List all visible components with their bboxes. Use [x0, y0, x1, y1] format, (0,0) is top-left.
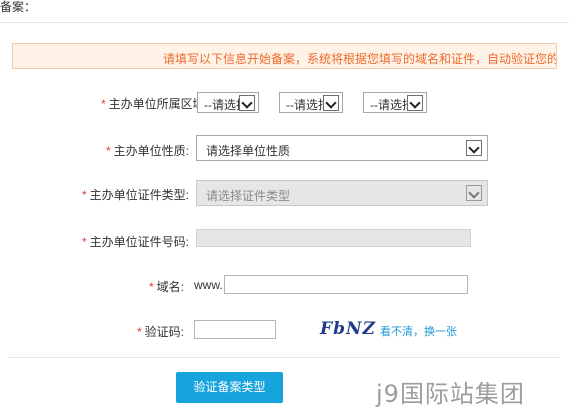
required-mark: *	[81, 235, 87, 249]
cert-no-label: * 主办单位证件号码:	[81, 235, 189, 249]
domain-label: * 域名:	[148, 280, 184, 294]
nature-select[interactable]: 请选择单位性质	[196, 135, 488, 161]
cert-type-select: 请选择证件类型	[196, 180, 488, 206]
required-mark: *	[136, 325, 142, 339]
province-select[interactable]: --请选择--	[197, 92, 259, 113]
header-divider	[0, 22, 569, 23]
domain-prefix: www.	[194, 278, 223, 292]
captcha-label: * 验证码:	[136, 325, 184, 339]
captcha-image[interactable]: FbNZ	[320, 319, 376, 339]
chevron-down-icon	[407, 95, 423, 111]
required-mark: *	[105, 144, 111, 158]
watermark: j9国际站集团	[376, 380, 525, 408]
required-mark: *	[81, 188, 87, 202]
captcha-refresh-link[interactable]: 看不清，换一张	[380, 323, 457, 339]
footer-divider	[8, 357, 560, 358]
required-mark: *	[100, 97, 106, 111]
district-select[interactable]: --请选择--	[363, 92, 427, 113]
page-title: 备案：	[0, 0, 37, 14]
domain-input[interactable]	[224, 275, 468, 294]
notice-banner: 请填写以下信息开始备案，系统将根据您填写的域名和证件，自动验证您的备案类型	[12, 43, 557, 69]
captcha-input[interactable]	[194, 320, 276, 339]
required-mark: *	[148, 280, 154, 294]
region-label: * 主办单位所属区域:	[100, 97, 208, 111]
chevron-down-icon	[323, 95, 339, 111]
nature-label: * 主办单位性质:	[105, 144, 189, 158]
city-select[interactable]: --请选择--	[279, 92, 343, 113]
chevron-down-icon	[466, 140, 482, 156]
cert-type-label: * 主办单位证件类型:	[81, 188, 189, 202]
cert-no-input	[196, 229, 471, 247]
chevron-down-icon	[466, 185, 482, 201]
verify-button[interactable]: 验证备案类型	[176, 372, 283, 403]
chevron-down-icon	[239, 95, 255, 111]
notice-text: 请填写以下信息开始备案，系统将根据您填写的域名和证件，自动验证您的备案类型	[163, 52, 556, 66]
